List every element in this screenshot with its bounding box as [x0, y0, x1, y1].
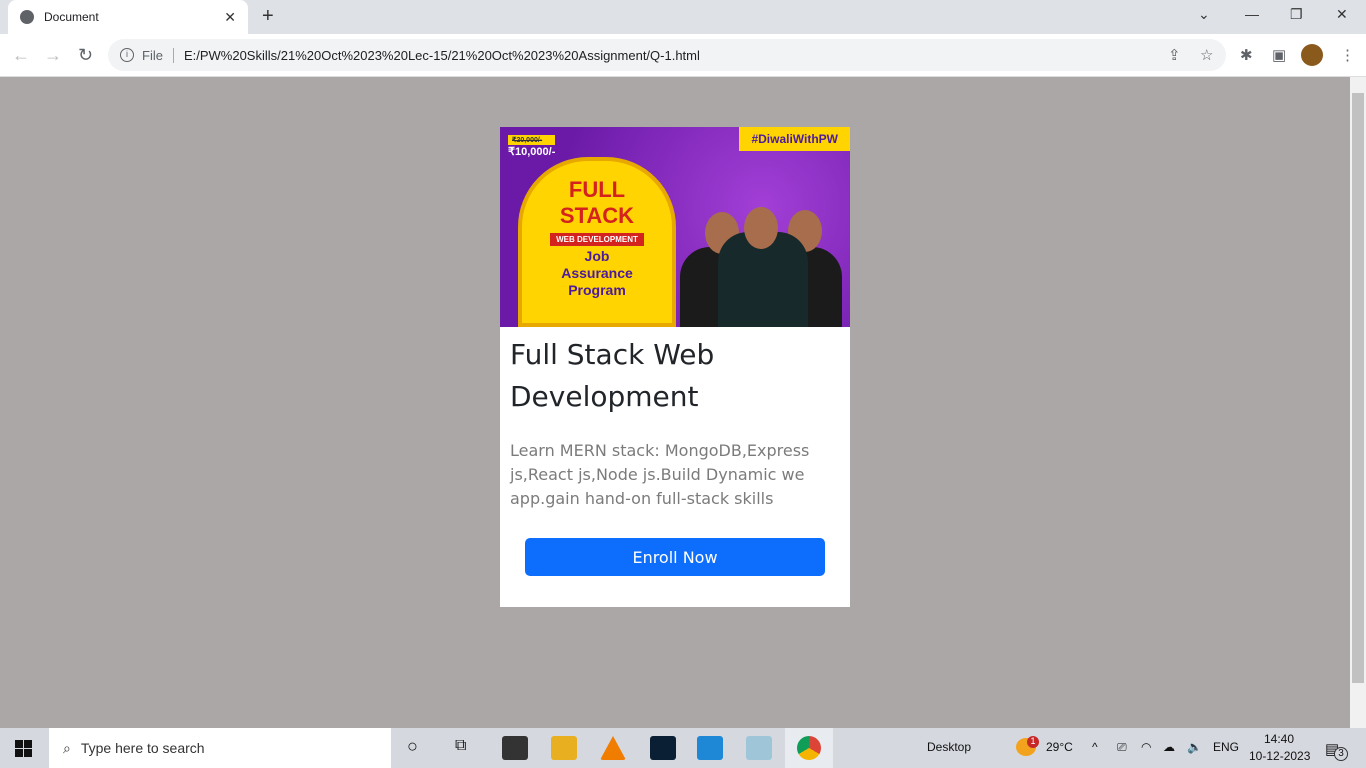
- profile-avatar[interactable]: [1301, 44, 1323, 66]
- extensions-icon[interactable]: ✱: [1240, 46, 1253, 64]
- chrome-icon: [797, 736, 821, 760]
- weather-temp[interactable]: 29°C: [1046, 740, 1073, 754]
- language-indicator[interactable]: ENG: [1213, 740, 1239, 754]
- taskbar-search[interactable]: ⌕ Type here to search: [49, 728, 391, 768]
- desktop-label[interactable]: Desktop: [927, 740, 971, 754]
- close-tab-icon[interactable]: ✕: [224, 9, 236, 26]
- cortana-icon[interactable]: ○: [407, 736, 418, 757]
- course-card: ₹20,000/- ₹10,000/- #DiwaliWithPW FULL STA…: [500, 127, 850, 607]
- reload-icon[interactable]: ↻: [78, 45, 93, 66]
- tab-bar: Document ✕ + ⌄ — ❐ ✕: [0, 0, 1366, 34]
- task-view-icon[interactable]: ⧉: [455, 737, 466, 755]
- info-icon[interactable]: i: [120, 48, 134, 62]
- banner-person-head: [744, 207, 778, 249]
- clock-date[interactable]: 10-12-2023: [1249, 749, 1310, 763]
- onedrive-icon[interactable]: ☁: [1163, 740, 1175, 754]
- enroll-now-button[interactable]: Enroll Now: [525, 538, 825, 576]
- camera-icon[interactable]: ⎚: [1117, 740, 1127, 755]
- minimize-button[interactable]: —: [1245, 6, 1259, 22]
- tab-search-icon[interactable]: ⌄: [1198, 6, 1210, 23]
- bookmark-star-icon[interactable]: ☆: [1200, 46, 1213, 64]
- tab-document[interactable]: Document ✕: [8, 0, 248, 34]
- globe-icon: [20, 10, 34, 24]
- search-placeholder: Type here to search: [80, 740, 205, 756]
- course-banner-image: ₹20,000/- ₹10,000/- #DiwaliWithPW FULL STA…: [500, 127, 850, 327]
- search-icon: ⌕: [63, 739, 71, 756]
- notepad-icon[interactable]: [746, 736, 772, 760]
- notifications-count: 3: [1334, 747, 1348, 761]
- side-panel-icon[interactable]: ▣: [1272, 46, 1286, 64]
- forward-icon[interactable]: →: [44, 45, 62, 66]
- close-window-button[interactable]: ✕: [1336, 6, 1348, 23]
- share-icon[interactable]: ⇪: [1168, 46, 1181, 64]
- new-tab-button[interactable]: +: [262, 5, 274, 28]
- taskbar: ⌕ Type here to search ○ ⧉ Desktop 1 29°C…: [0, 728, 1366, 768]
- url-text[interactable]: E:/PW%20Skills/21%20Oct%2023%20Lec-15/21…: [184, 48, 700, 63]
- show-hidden-icons[interactable]: ^: [1092, 740, 1098, 754]
- url-input[interactable]: i File E:/PW%20Skills/21%20Oct%2023%20Le…: [108, 39, 1226, 71]
- wifi-icon[interactable]: ◠: [1141, 740, 1151, 754]
- url-scheme: File: [142, 47, 174, 63]
- tab-title: Document: [44, 10, 99, 24]
- banner-price: ₹20,000/- ₹10,000/-: [508, 135, 556, 158]
- restore-button[interactable]: ❐: [1290, 6, 1303, 23]
- weather-badge: 1: [1027, 736, 1039, 748]
- banner-hashtag: #DiwaliWithPW: [739, 127, 850, 151]
- scrollbar[interactable]: [1350, 77, 1366, 728]
- menu-icon[interactable]: ⋮: [1340, 46, 1355, 64]
- course-description: Learn MERN stack: MongoDB,Express js,Rea…: [510, 441, 810, 508]
- photoshop-icon[interactable]: [650, 736, 676, 760]
- vlc-icon[interactable]: [600, 736, 626, 760]
- clock-time[interactable]: 14:40: [1264, 732, 1294, 746]
- windows-start-icon[interactable]: [15, 740, 32, 757]
- banner-arch: FULL STACK WEB DEVELOPMENT Job Assurance Pr…: [518, 157, 676, 327]
- course-title: Full Stack Web Development: [510, 338, 715, 413]
- vscode-icon[interactable]: [697, 736, 723, 760]
- store-icon[interactable]: [502, 736, 528, 760]
- address-bar: ← → ↻ i File E:/PW%20Skills/21%20Oct%202…: [0, 34, 1366, 77]
- file-explorer-icon[interactable]: [551, 736, 577, 760]
- chrome-taskbar-button[interactable]: [785, 728, 833, 768]
- scrollbar-thumb[interactable]: [1352, 93, 1364, 683]
- back-icon[interactable]: ←: [12, 45, 30, 66]
- volume-icon[interactable]: 🔈: [1187, 740, 1202, 754]
